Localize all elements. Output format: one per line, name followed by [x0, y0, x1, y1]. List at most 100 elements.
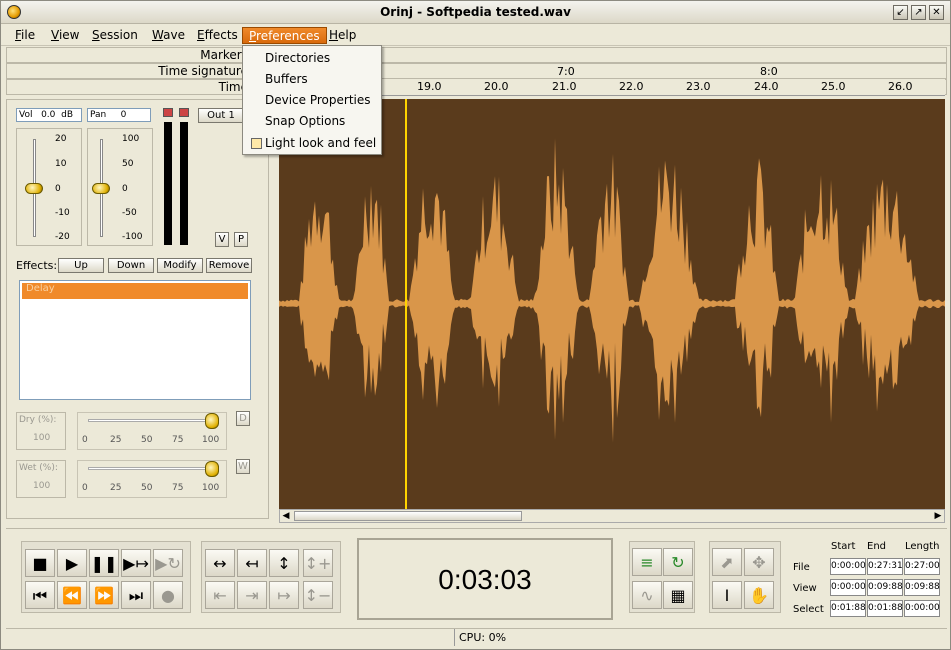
waveform-view[interactable]	[279, 99, 945, 509]
menu-view[interactable]: View	[45, 27, 85, 44]
select-end[interactable]: 0:01:88	[867, 600, 903, 617]
menu-effects[interactable]: Effects	[191, 27, 244, 44]
menu-item-directories[interactable]: Directories	[265, 51, 330, 65]
minimize-icon[interactable]: ↙	[893, 5, 908, 20]
view-end[interactable]: 0:09:88	[867, 579, 903, 596]
menu-bar: File View Session Wave Effects Preferenc…	[1, 24, 950, 46]
length-header: Length	[905, 541, 940, 552]
record-icon[interactable]: ●	[153, 581, 183, 609]
pointer-tool-icon[interactable]: ⬈	[712, 548, 742, 576]
menu-wave[interactable]: Wave	[146, 27, 191, 44]
time-tick-label: 24.0	[754, 80, 779, 93]
zoom-out-horizontal-icon[interactable]: ↤	[237, 549, 267, 577]
zoom-selection-icon[interactable]: ⇤	[205, 581, 235, 609]
list-item[interactable]: Delay	[22, 283, 248, 299]
file-end[interactable]: 0:27:31	[867, 558, 903, 575]
waveform-shape	[279, 138, 945, 443]
menu-preferences[interactable]: Preferences	[242, 27, 327, 44]
volume-knob[interactable]	[25, 183, 43, 194]
effects-label: Effects:	[16, 259, 58, 272]
menu-item-buffers[interactable]: Buffers	[265, 72, 308, 86]
markers-ruler[interactable]: Markers	[6, 47, 947, 63]
rewind-icon[interactable]: ⏪	[57, 581, 87, 609]
output-select[interactable]: Out 1	[198, 108, 244, 123]
time-signature-ruler[interactable]: Time signature 7:0 8:0	[6, 63, 947, 79]
pan-field[interactable]: Pan 0	[87, 108, 151, 122]
loop-view-icon[interactable]: ↻	[663, 548, 693, 576]
v-button[interactable]: V	[215, 232, 229, 247]
time-signature-label: Time signature	[158, 64, 248, 78]
window-title: Orinj - Softpedia tested.wav	[380, 5, 571, 19]
loop-play-icon[interactable]: ▶↻	[153, 549, 183, 577]
select-length[interactable]: 0:00:00	[904, 600, 940, 617]
zoom-full-horizontal-icon[interactable]: ⇥	[237, 581, 267, 609]
wave-view-icon[interactable]: ∿	[632, 581, 662, 609]
menu-item-device-properties[interactable]: Device Properties	[265, 93, 371, 107]
file-start[interactable]: 0:00:00	[830, 558, 866, 575]
pan-slider[interactable]: 100 50 0 -50 -100	[87, 128, 153, 246]
horizontal-scrollbar[interactable]: ◀ ▶	[279, 509, 945, 523]
effect-modify-button[interactable]: Modify	[157, 258, 203, 273]
effect-remove-button[interactable]: Remove	[206, 258, 252, 273]
menu-help[interactable]: Help	[323, 27, 362, 44]
play-selection-icon[interactable]: ▶↦	[121, 549, 151, 577]
play-icon[interactable]: ▶	[57, 549, 87, 577]
menu-file[interactable]: File	[9, 27, 41, 44]
scroll-thumb[interactable]	[294, 511, 522, 521]
time-tick-label: 22.0	[619, 80, 644, 93]
stop-icon[interactable]: ■	[25, 549, 55, 577]
cpu-usage: CPU: 0%	[454, 629, 951, 646]
track-panel: Vol 0.0 dB Pan 0 Out 1 20 10 0 -10 -20 1…	[6, 99, 269, 519]
start-header: Start	[831, 541, 856, 552]
move-tool-icon[interactable]: ✥	[744, 548, 774, 576]
dry-slider[interactable]: 0 25 50 75 100	[77, 412, 227, 450]
maximize-icon[interactable]: ↗	[911, 5, 926, 20]
clip-indicator-left[interactable]	[163, 108, 173, 117]
zoom-reset-icon[interactable]: ↦	[269, 581, 299, 609]
level-meter-left	[164, 122, 172, 245]
hand-tool-icon[interactable]: ✋	[744, 581, 774, 609]
pause-icon[interactable]: ❚❚	[89, 549, 119, 577]
menu-session[interactable]: Session	[86, 27, 144, 44]
menu-item-snap-options[interactable]: Snap Options	[265, 114, 345, 128]
wet-knob[interactable]	[205, 461, 219, 477]
menu-item-light-look[interactable]: Light look and feel	[265, 136, 376, 150]
time-tick-label: 23.0	[686, 80, 711, 93]
piano-roll-icon[interactable]: ▦	[663, 581, 693, 609]
scroll-right-icon[interactable]: ▶	[932, 510, 944, 522]
clip-indicator-right[interactable]	[179, 108, 189, 117]
volume-slider[interactable]: 20 10 0 -10 -20	[16, 128, 82, 246]
zoom-in-vertical-icon[interactable]: ↕+	[303, 549, 333, 577]
text-cursor-tool-icon[interactable]: I	[712, 581, 742, 609]
view-length[interactable]: 0:09:88	[904, 579, 940, 596]
zoom-full-vertical-icon[interactable]: ↕	[269, 549, 299, 577]
preferences-dropdown: Directories Buffers Device Properties Sn…	[242, 45, 382, 155]
time-tick-label: 19.0	[417, 80, 442, 93]
pan-knob[interactable]	[92, 183, 110, 194]
time-tick-label: 25.0	[821, 80, 846, 93]
effect-up-button[interactable]: Up	[58, 258, 104, 273]
view-row-label: View	[793, 583, 817, 594]
file-length[interactable]: 0:27:00	[904, 558, 940, 575]
select-start[interactable]: 0:01:88	[830, 600, 866, 617]
light-look-checkbox-icon[interactable]	[251, 138, 262, 149]
markers-label: Markers	[200, 48, 248, 62]
zoom-out-vertical-icon[interactable]: ↕−	[303, 581, 333, 609]
time-tick-label: 26.0	[888, 80, 913, 93]
p-button[interactable]: P	[234, 232, 248, 247]
dry-knob[interactable]	[205, 413, 219, 429]
zoom-in-horizontal-icon[interactable]: ↔	[205, 549, 235, 577]
volume-field[interactable]: Vol 0.0 dB	[16, 108, 82, 122]
dry-d-button[interactable]: D	[236, 411, 250, 426]
effects-list[interactable]: Delay	[19, 280, 251, 400]
wet-slider[interactable]: 0 25 50 75 100	[77, 460, 227, 498]
multitrack-view-icon[interactable]: ≡	[632, 548, 662, 576]
close-icon[interactable]: ✕	[929, 5, 944, 20]
go-to-end-icon[interactable]: ⏭	[121, 581, 151, 609]
view-start[interactable]: 0:00:00	[830, 579, 866, 596]
go-to-start-icon[interactable]: ⏮	[25, 581, 55, 609]
effect-down-button[interactable]: Down	[108, 258, 154, 273]
fast-forward-icon[interactable]: ⏩	[89, 581, 119, 609]
scroll-left-icon[interactable]: ◀	[280, 510, 292, 522]
wet-w-button[interactable]: W	[236, 459, 250, 474]
